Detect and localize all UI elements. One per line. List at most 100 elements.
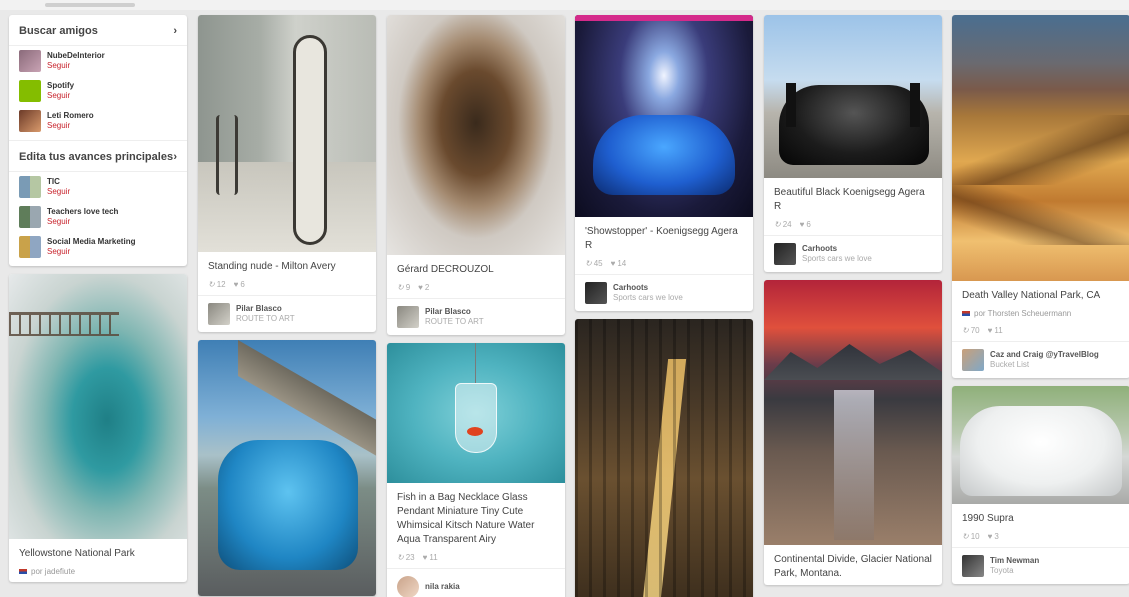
pin-card[interactable] (198, 340, 376, 596)
pinner-name[interactable]: Pilar Blasco (236, 304, 295, 314)
like-count: 14 (611, 259, 626, 268)
boardwalk-railing (9, 312, 119, 336)
pinner-name[interactable]: nila rakia (425, 582, 460, 592)
car-door-left (786, 83, 796, 127)
pin-card[interactable]: Fish in a Bag Necklace Glass Pendant Min… (387, 343, 565, 597)
pin-source: por jadefiute (9, 565, 187, 582)
heart-icon (234, 280, 239, 289)
pin-stats: 10 3 (952, 530, 1129, 547)
board-name[interactable]: Sports cars we love (613, 293, 683, 303)
board-name[interactable]: Sports cars we love (802, 254, 872, 264)
pin-image-city-night[interactable] (575, 319, 753, 597)
follow-link[interactable]: Seguir (47, 61, 105, 71)
follow-link[interactable]: Seguir (47, 121, 94, 131)
repin-count: 12 (208, 280, 226, 289)
follow-link[interactable]: Seguir (47, 247, 135, 257)
repin-icon (774, 220, 781, 229)
friend-suggestion[interactable]: Spotify Seguir (9, 76, 187, 106)
like-count: 11 (423, 553, 437, 562)
repin-icon (962, 532, 969, 541)
pin-description: Beautiful Black Koenigsegg Agera R (774, 187, 925, 212)
pin-image-fish-necklace[interactable] (387, 343, 565, 483)
pinner-name[interactable]: Caz and Craig @yTravelBlog (990, 350, 1099, 360)
pin-description: Yellowstone National Park (19, 548, 135, 559)
pin-card[interactable]: Beautiful Black Koenigsegg Agera R 24 6 C… (764, 15, 942, 272)
top-bar (0, 0, 1129, 10)
pin-description: 1990 Supra (962, 513, 1014, 524)
pin-image-yellowstone[interactable] (9, 274, 187, 539)
pin-source-text[interactable]: por jadefiute (31, 567, 75, 576)
avatar (962, 555, 984, 577)
board-thumbnail (19, 236, 41, 258)
pin-card[interactable]: Yellowstone National Park por jadefiute (9, 274, 187, 582)
board-suggestion[interactable]: TIC Seguir (9, 172, 187, 202)
friend-suggestion[interactable]: Leti Romero Seguir (9, 106, 187, 136)
car (960, 406, 1122, 496)
magenta-strip (575, 15, 753, 21)
avatar (19, 110, 41, 132)
pin-card[interactable] (575, 319, 753, 597)
pinner-name[interactable]: Carhoots (613, 283, 683, 293)
friend-suggestion[interactable]: NubeDeInterior Seguir (9, 46, 187, 76)
find-friends-header[interactable]: Buscar amigos › (9, 15, 187, 46)
pin-image-black-agera[interactable] (764, 15, 942, 178)
pin-image-blue-bmw[interactable] (198, 340, 376, 596)
board-suggestion[interactable]: Social Media Marketing Seguir (9, 232, 187, 262)
pin-image-standing-nude[interactable] (198, 15, 376, 252)
like-count: 11 (988, 326, 1002, 335)
top-boards-title: Edita tus avances principales (19, 151, 174, 163)
pin-board[interactable]: nila rakia (387, 568, 565, 597)
pinner-name[interactable]: Carhoots (802, 244, 872, 254)
pin-board[interactable]: Tim Newman Toyota (952, 547, 1129, 584)
repin-count: 70 (962, 326, 980, 335)
like-count: 6 (800, 220, 810, 229)
board-thumbnail (208, 303, 230, 325)
board-name[interactable]: ROUTE TO ART (425, 317, 484, 327)
follow-link[interactable]: Seguir (47, 187, 70, 197)
pin-board[interactable]: Carhoots Sports cars we love (575, 274, 753, 311)
board-name[interactable]: Toyota (990, 566, 1039, 576)
glass-bag (455, 383, 497, 453)
scroll-grip[interactable] (45, 3, 135, 7)
like-count: 3 (988, 532, 998, 541)
pin-card[interactable]: 'Showstopper' - Koenigsegg Agera R 4514 … (575, 15, 753, 311)
board-name[interactable]: Bucket List (990, 360, 1099, 370)
pin-description: Standing nude - Milton Avery (208, 261, 336, 272)
pin-board[interactable]: Carhoots Sports cars we love (764, 235, 942, 272)
pin-image-showstopper[interactable] (575, 15, 753, 217)
pin-source-text[interactable]: por Thorsten Scheuermann (974, 309, 1071, 318)
pinner-name[interactable]: Pilar Blasco (425, 307, 484, 317)
pin-board[interactable]: Caz and Craig @yTravelBlog Bucket List (952, 341, 1129, 378)
chevron-right-icon[interactable]: › (173, 25, 177, 37)
pin-card[interactable]: Continental Divide, Glacier National Par… (764, 280, 942, 585)
friend-name: NubeDeInterior (47, 51, 105, 60)
pin-card[interactable]: Gérard DECROUZOL 92 Pilar BlascoROUTE TO… (387, 15, 565, 335)
pin-board[interactable]: Pilar Blasco ROUTE TO ART (387, 298, 565, 335)
pin-image-death-valley[interactable] (952, 15, 1129, 281)
follow-link[interactable]: Seguir (47, 91, 74, 101)
board-name[interactable]: ROUTE TO ART (236, 314, 295, 324)
chevron-right-icon[interactable]: › (173, 151, 177, 163)
repin-count: 10 (962, 532, 980, 541)
pin-image-continental-divide[interactable] (764, 280, 942, 545)
repin-icon (397, 283, 404, 292)
avatar (962, 349, 984, 371)
repin-icon (962, 326, 969, 335)
spotify-logo-icon (19, 80, 41, 102)
repin-count: 9 (397, 283, 410, 292)
pin-image-supra[interactable] (952, 386, 1129, 504)
pinner-name[interactable]: Tim Newman (990, 556, 1039, 566)
pin-card[interactable]: 1990 Supra 10 3 Tim NewmanToyota (952, 386, 1129, 584)
top-boards-header[interactable]: Edita tus avances principales › (9, 140, 187, 172)
pin-source: por Thorsten Scheuermann (952, 307, 1129, 324)
board-thumbnail (19, 176, 41, 198)
avatar (19, 50, 41, 72)
follow-link[interactable]: Seguir (47, 217, 118, 227)
pin-card[interactable]: Standing nude - Milton Avery 12 6 Pilar B… (198, 15, 376, 332)
board-thumbnail (585, 282, 607, 304)
pin-image-gerard[interactable] (387, 15, 565, 255)
pin-board[interactable]: Pilar Blasco ROUTE TO ART (198, 295, 376, 332)
pin-card[interactable]: Death Valley National Park, CA por Thors… (952, 15, 1129, 378)
pin-description: Continental Divide, Glacier National Par… (774, 554, 932, 579)
board-suggestion[interactable]: Teachers love tech Seguir (9, 202, 187, 232)
